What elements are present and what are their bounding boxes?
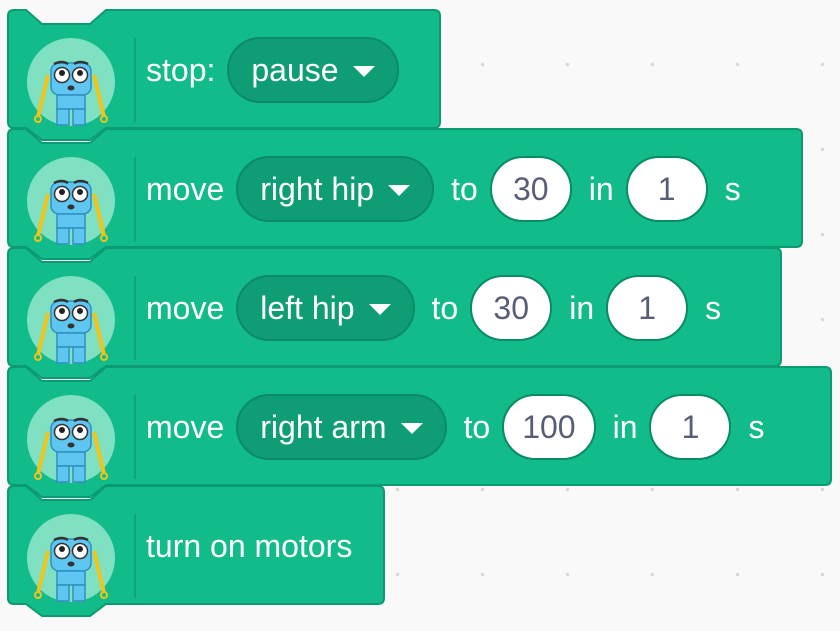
duration-input[interactable]: 1: [606, 275, 689, 341]
to-label: to: [451, 170, 478, 207]
in-label: in: [612, 408, 638, 445]
joint-dropdown[interactable]: right arm: [236, 394, 447, 460]
block-content: move right arm to 100 in 1 s: [146, 393, 776, 461]
to-label: to: [431, 289, 459, 326]
in-label: in: [588, 170, 614, 207]
stop-block[interactable]: stop: pause: [7, 9, 441, 141]
angle-input[interactable]: 30: [470, 275, 553, 341]
turn-on-motors-block[interactable]: turn on motors: [7, 485, 385, 617]
block-divider: [134, 514, 136, 598]
angle-input[interactable]: 30: [489, 156, 572, 222]
robot-avatar-icon: [27, 514, 115, 602]
dropdown-value: right hip: [260, 170, 375, 207]
seconds-label: s: [724, 170, 741, 207]
block-content: stop: pause: [146, 36, 416, 104]
seconds-label: s: [748, 408, 765, 445]
block-divider: [134, 157, 136, 241]
move-left-hip-block[interactable]: move left hip to 30 in 1 s: [7, 247, 782, 379]
caret-down-icon: [352, 66, 375, 77]
move-label: move: [146, 289, 225, 326]
robot-avatar-icon: [27, 395, 115, 483]
stop-label: stop:: [146, 51, 216, 88]
move-right-hip-block[interactable]: move right hip to 30 in 1 s: [7, 128, 803, 260]
robot-avatar-icon: [27, 38, 115, 126]
joint-dropdown[interactable]: left hip: [236, 275, 415, 341]
block-divider: [134, 38, 136, 122]
block-divider: [134, 395, 136, 479]
move-right-arm-block[interactable]: move right arm to 100 in 1 s: [7, 366, 832, 498]
seconds-label: s: [705, 289, 722, 326]
stop-mode-dropdown[interactable]: pause: [227, 37, 399, 103]
robot-avatar-icon: [27, 276, 115, 364]
caret-down-icon: [388, 185, 411, 196]
block-content: turn on motors: [146, 512, 364, 580]
in-label: in: [569, 289, 595, 326]
dropdown-value: left hip: [260, 289, 355, 326]
block-content: move right hip to 30 in 1 s: [146, 155, 753, 223]
turn-on-motors-label: turn on motors: [146, 527, 353, 564]
move-label: move: [146, 170, 225, 207]
block-content: move left hip to 30 in 1 s: [146, 274, 733, 342]
joint-dropdown[interactable]: right hip: [236, 156, 435, 222]
angle-input[interactable]: 100: [502, 394, 596, 460]
caret-down-icon: [400, 423, 423, 434]
duration-input[interactable]: 1: [625, 156, 708, 222]
to-label: to: [463, 408, 491, 445]
duration-input[interactable]: 1: [649, 394, 732, 460]
move-label: move: [146, 408, 225, 445]
caret-down-icon: [368, 304, 391, 315]
block-divider: [134, 276, 136, 360]
dropdown-value: right arm: [260, 408, 387, 445]
robot-avatar-icon: [27, 157, 115, 245]
dropdown-value: pause: [251, 51, 339, 88]
